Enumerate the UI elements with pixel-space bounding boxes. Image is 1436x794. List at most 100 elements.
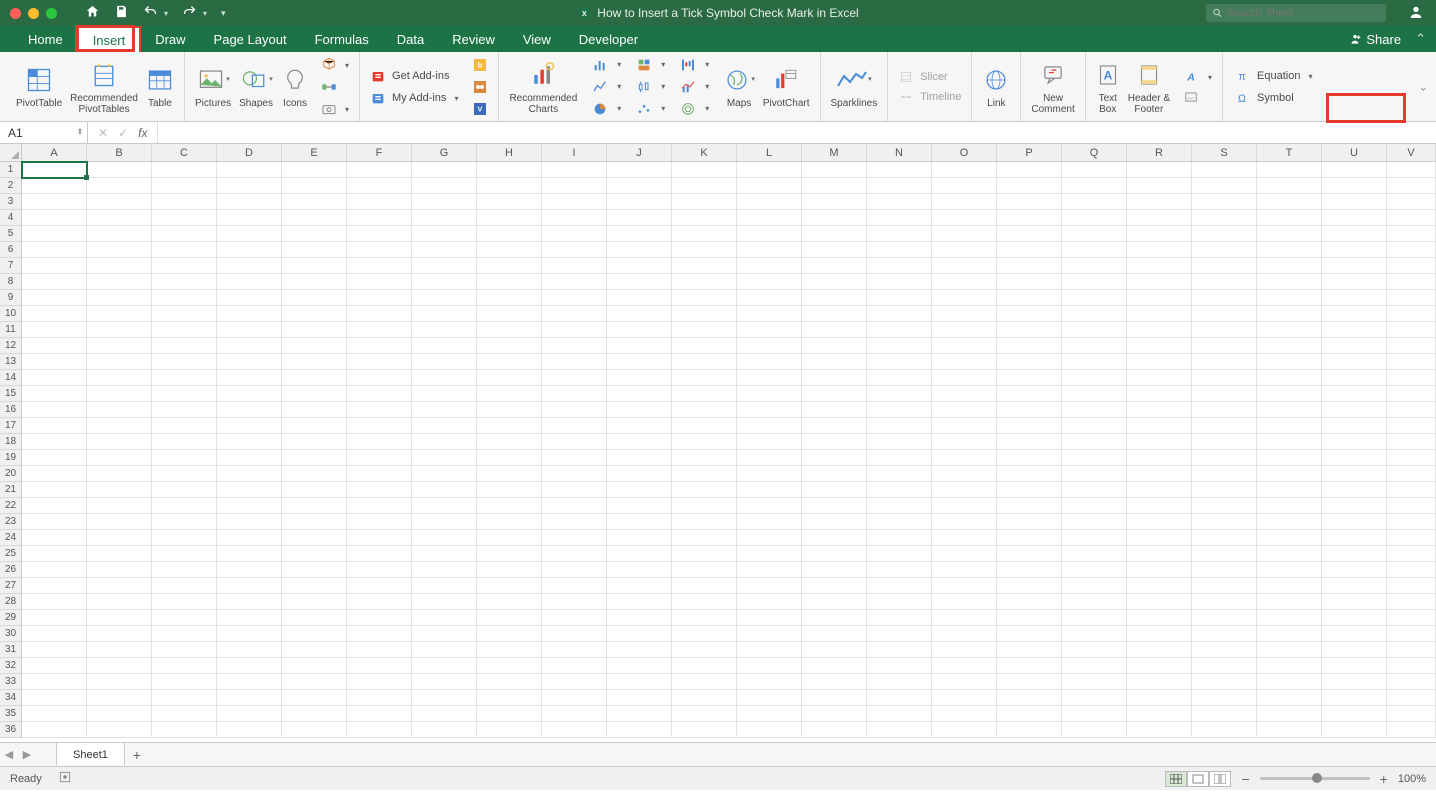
cell[interactable] <box>1127 578 1192 594</box>
pivottable-button[interactable]: PivotTable <box>12 62 66 111</box>
cell[interactable] <box>997 370 1062 386</box>
cell[interactable] <box>152 210 217 226</box>
cell[interactable] <box>87 498 152 514</box>
cell[interactable] <box>87 562 152 578</box>
cell[interactable] <box>802 370 867 386</box>
cell[interactable] <box>672 642 737 658</box>
cell[interactable] <box>867 482 932 498</box>
cell[interactable] <box>347 290 412 306</box>
cell[interactable] <box>477 626 542 642</box>
cell[interactable] <box>22 194 87 210</box>
cell[interactable] <box>737 194 802 210</box>
cell[interactable] <box>932 162 997 178</box>
cell[interactable] <box>1192 306 1257 322</box>
cell[interactable] <box>217 594 282 610</box>
cell[interactable] <box>1257 370 1322 386</box>
cell[interactable] <box>282 306 347 322</box>
column-header[interactable]: L <box>737 144 802 161</box>
cell[interactable] <box>672 658 737 674</box>
cell[interactable] <box>412 226 477 242</box>
cell[interactable] <box>87 402 152 418</box>
cell[interactable] <box>607 706 672 722</box>
cell[interactable] <box>542 450 607 466</box>
cell[interactable] <box>1192 450 1257 466</box>
cell[interactable] <box>1127 546 1192 562</box>
cell[interactable] <box>607 562 672 578</box>
cell[interactable] <box>1127 450 1192 466</box>
cell[interactable] <box>932 530 997 546</box>
cell[interactable] <box>217 162 282 178</box>
cell[interactable] <box>1127 274 1192 290</box>
cell[interactable] <box>152 514 217 530</box>
cell[interactable] <box>347 338 412 354</box>
cell[interactable] <box>477 706 542 722</box>
zoom-out-button[interactable]: − <box>1241 771 1249 787</box>
cell[interactable] <box>1322 706 1387 722</box>
cell[interactable] <box>1257 338 1322 354</box>
cell[interactable] <box>542 274 607 290</box>
3d-models-button[interactable] <box>317 55 353 75</box>
cell[interactable] <box>932 610 997 626</box>
zoom-slider[interactable] <box>1260 777 1370 780</box>
cell[interactable] <box>477 402 542 418</box>
cell[interactable] <box>672 354 737 370</box>
cell[interactable] <box>1192 402 1257 418</box>
cell[interactable] <box>1257 258 1322 274</box>
cell[interactable] <box>672 578 737 594</box>
cell[interactable] <box>1127 258 1192 274</box>
cell[interactable] <box>867 610 932 626</box>
cell[interactable] <box>152 530 217 546</box>
cell[interactable] <box>1062 578 1127 594</box>
cell[interactable] <box>1192 434 1257 450</box>
row-header[interactable]: 26 <box>0 562 22 578</box>
cell[interactable] <box>737 674 802 690</box>
cell[interactable] <box>932 178 997 194</box>
row-header[interactable]: 10 <box>0 306 22 322</box>
cell[interactable] <box>997 658 1062 674</box>
cell[interactable] <box>87 370 152 386</box>
cell[interactable] <box>737 578 802 594</box>
cell[interactable] <box>542 194 607 210</box>
cell[interactable] <box>737 370 802 386</box>
cell[interactable] <box>22 482 87 498</box>
tab-page-layout[interactable]: Page Layout <box>200 26 301 52</box>
cell[interactable] <box>282 482 347 498</box>
cell[interactable] <box>217 658 282 674</box>
fx-icon[interactable]: fx <box>138 126 147 140</box>
cell[interactable] <box>672 546 737 562</box>
cell[interactable] <box>997 626 1062 642</box>
cell[interactable] <box>1127 178 1192 194</box>
cell[interactable] <box>22 386 87 402</box>
cell[interactable] <box>867 690 932 706</box>
cell[interactable] <box>477 290 542 306</box>
cell[interactable] <box>1192 274 1257 290</box>
cell[interactable] <box>1387 450 1436 466</box>
cell[interactable] <box>867 354 932 370</box>
cell[interactable] <box>1192 338 1257 354</box>
cell[interactable] <box>1322 594 1387 610</box>
cell[interactable] <box>22 466 87 482</box>
cell[interactable] <box>1062 354 1127 370</box>
cell[interactable] <box>607 450 672 466</box>
cell[interactable] <box>412 658 477 674</box>
cell[interactable] <box>282 290 347 306</box>
cell[interactable] <box>867 178 932 194</box>
cell[interactable] <box>997 178 1062 194</box>
cell[interactable] <box>1257 610 1322 626</box>
cell[interactable] <box>867 706 932 722</box>
cell[interactable] <box>867 258 932 274</box>
cell[interactable] <box>282 450 347 466</box>
cell[interactable] <box>1322 194 1387 210</box>
cell[interactable] <box>997 162 1062 178</box>
cell[interactable] <box>217 706 282 722</box>
cell[interactable] <box>932 290 997 306</box>
search-sheet-input[interactable] <box>1227 7 1380 19</box>
cell[interactable] <box>412 290 477 306</box>
cell[interactable] <box>932 562 997 578</box>
cell[interactable] <box>1257 210 1322 226</box>
cell[interactable] <box>1387 242 1436 258</box>
cell[interactable] <box>607 690 672 706</box>
undo-icon[interactable] <box>143 4 158 22</box>
cell[interactable] <box>217 290 282 306</box>
cell[interactable] <box>282 674 347 690</box>
